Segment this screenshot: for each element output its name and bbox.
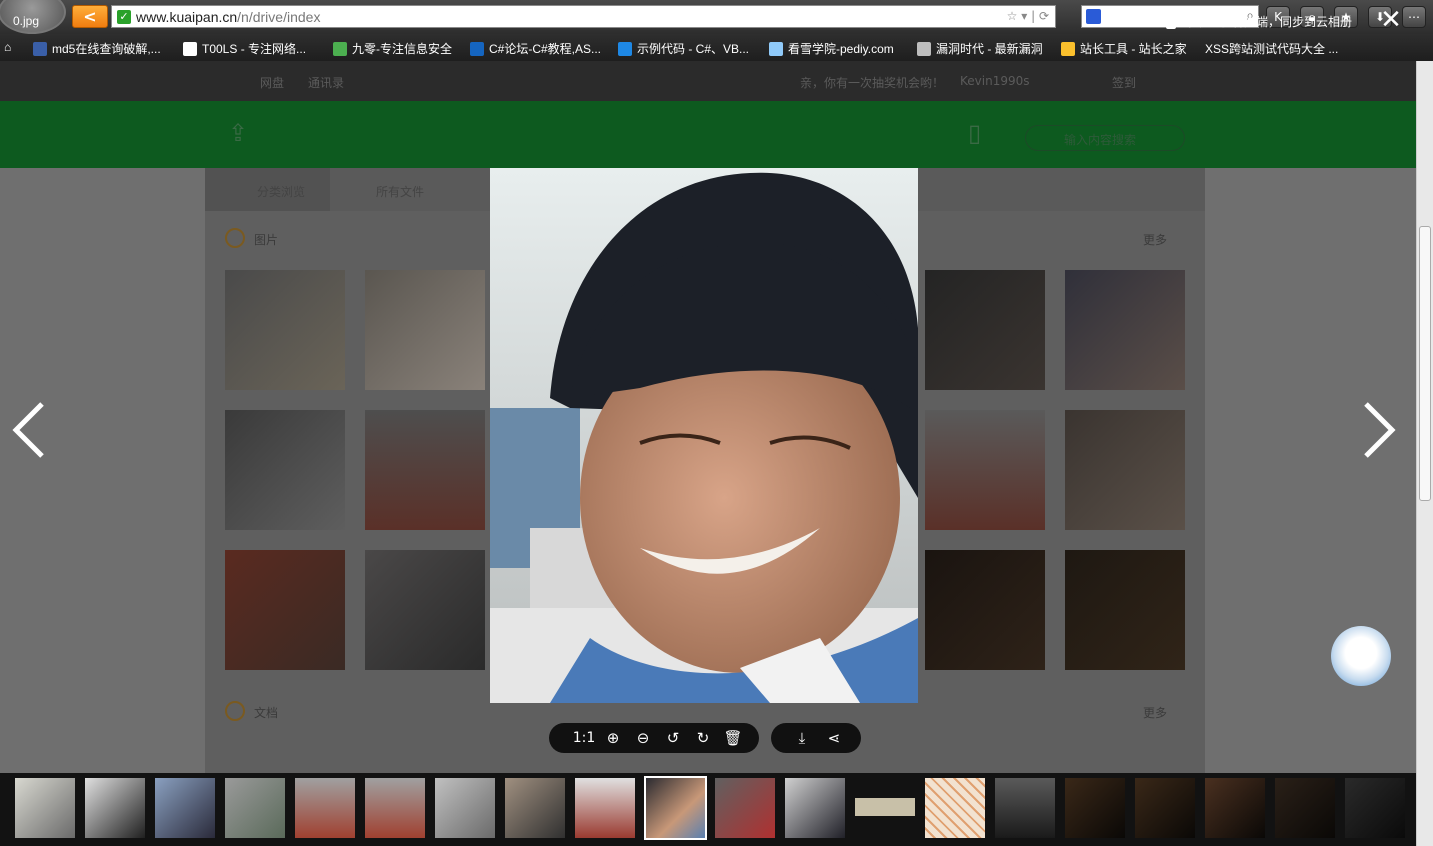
tab-category[interactable]: 分类浏览 (257, 183, 305, 200)
trash-icon[interactable]: ▯ (968, 119, 981, 147)
rotate-left-icon[interactable]: ↺ (661, 726, 685, 750)
image-thumbnail[interactable] (365, 550, 485, 670)
phone-icon (1166, 15, 1176, 29)
nav-drive[interactable]: 网盘 (260, 74, 284, 91)
bookmark-item[interactable]: 漏洞时代 - 最新漏洞 (917, 40, 1043, 57)
username[interactable]: Kevin1990s (960, 74, 1030, 88)
image-thumbnail[interactable] (1065, 270, 1185, 390)
bookmark-icon (470, 42, 484, 56)
filmstrip-thumbnail[interactable] (1065, 778, 1125, 838)
actual-size-button[interactable]: 1:1 (569, 726, 599, 750)
search-engine-icon[interactable] (1086, 9, 1101, 24)
filmstrip-thumbnail[interactable] (1205, 778, 1265, 838)
filmstrip-thumbnail[interactable] (715, 778, 775, 838)
address-bar[interactable]: ✓ www.kuaipan.cn/n/drive/index ☆ ▾ | ⟳ (111, 5, 1056, 28)
trash-icon[interactable]: 🗑︎ (721, 726, 745, 750)
more-images-link[interactable]: 更多 (1143, 231, 1167, 248)
next-image-button[interactable] (1358, 400, 1398, 460)
section-docs-title: 文档 (254, 706, 279, 720)
filmstrip-thumbnail[interactable] (575, 778, 635, 838)
favorite-star-icon[interactable]: ☆ (1007, 9, 1018, 23)
address-bar-icons[interactable]: ☆ ▾ | ⟳ (1007, 9, 1049, 23)
nav-contacts[interactable]: 通讯录 (308, 74, 344, 91)
bookmarks-bar: ⌂ md5在线查询破解,... T00LS - 专注网络... 九零-专注信息安… (0, 34, 1433, 61)
image-thumbnail[interactable] (365, 410, 485, 530)
bookmark-icon (333, 42, 347, 56)
close-icon[interactable]: ✕ (1380, 7, 1402, 33)
bookmark-icon (618, 42, 632, 56)
prev-image-button[interactable] (10, 400, 50, 460)
bookmark-item[interactable]: T00LS - 专注网络... (183, 40, 306, 57)
bookmark-item[interactable]: C#论坛-C#教程,AS... (470, 40, 601, 57)
download-icon[interactable]: ⤓ (790, 726, 814, 750)
main-photo (490, 168, 918, 703)
bookmark-item[interactable]: 站长工具 - 站长之家 (1061, 40, 1187, 57)
image-thumbnail[interactable] (925, 550, 1045, 670)
tab-all-files[interactable]: 所有文件 (376, 183, 424, 200)
image-thumbnail[interactable] (925, 410, 1045, 530)
filmstrip-thumbnail[interactable] (435, 778, 495, 838)
bookmark-icon (33, 42, 47, 56)
filmstrip-thumbnail-selected[interactable] (644, 776, 707, 840)
image-thumbnail[interactable] (365, 270, 485, 390)
share-icon[interactable]: ⋖ (822, 726, 846, 750)
image-thumbnail[interactable] (1065, 410, 1185, 530)
bookmark-item[interactable]: 看雪学院-pediy.com (769, 40, 894, 57)
more-tools-icon[interactable]: ⋯ (1402, 6, 1426, 28)
rotate-right-icon[interactable]: ↻ (691, 726, 715, 750)
site-search-input[interactable]: 输入内容搜索 (1025, 125, 1185, 151)
url-text: www.kuaipan.cn/n/drive/index (136, 9, 321, 25)
filmstrip-thumbnail[interactable] (1275, 778, 1335, 838)
image-thumbnail[interactable] (925, 270, 1045, 390)
filmstrip (0, 773, 1416, 846)
filmstrip-thumbnail[interactable] (1135, 778, 1195, 838)
lottery-message[interactable]: 亲，你有一次抽奖机会哟！ (800, 74, 944, 91)
checkin-button[interactable]: 签到 (1112, 74, 1136, 91)
filmstrip-thumbnail[interactable] (85, 778, 145, 838)
filmstrip-thumbnail[interactable] (225, 778, 285, 838)
zoom-out-icon[interactable]: ⊖ (631, 726, 655, 750)
viewer-toolbar: 1:1 ⊕ ⊖ ↺ ↻ 🗑︎ (549, 723, 759, 753)
bookmark-item[interactable]: XSS跨站测试代码大全 ... (1205, 40, 1338, 57)
image-thumbnail[interactable] (1065, 550, 1185, 670)
filmstrip-thumbnail[interactable] (925, 778, 985, 838)
bookmark-item[interactable]: 九零-专注信息安全 (333, 40, 452, 57)
home-icon[interactable]: ⌂ (4, 40, 11, 54)
image-thumbnail[interactable] (225, 270, 345, 390)
action-bar: ⇪ ▯ 输入内容搜索 (0, 101, 1416, 168)
kuaipan-bird-icon[interactable] (1331, 626, 1391, 686)
site-header: 网盘 通讯录 亲，你有一次抽奖机会哟！ Kevin1990s 签到 (0, 61, 1416, 101)
filmstrip-thumbnail[interactable] (855, 798, 915, 816)
zoom-in-icon[interactable]: ⊕ (601, 726, 625, 750)
image-thumbnail[interactable] (225, 550, 345, 670)
viewer-filename: 0.jpg (13, 14, 40, 28)
image-thumbnail[interactable] (225, 410, 345, 530)
refresh-icon[interactable]: ⟳ (1039, 9, 1049, 23)
filmstrip-thumbnail[interactable] (1345, 778, 1405, 838)
bookmark-icon (1061, 42, 1075, 56)
mobile-app-promo[interactable]: 下载手机客户端，同步到云相册 (1166, 13, 1352, 30)
scrollbar-thumb[interactable] (1419, 226, 1431, 501)
filmstrip-thumbnail[interactable] (365, 778, 425, 838)
secure-check-icon: ✓ (117, 10, 131, 24)
section-images-title: 图片 (254, 233, 279, 247)
bookmark-icon (183, 42, 197, 56)
bookmark-icon (917, 42, 931, 56)
filmstrip-thumbnail[interactable] (785, 778, 845, 838)
bookmark-item[interactable]: md5在线查询破解,... (33, 40, 161, 57)
filmstrip-thumbnail[interactable] (295, 778, 355, 838)
bookmark-icon (769, 42, 783, 56)
filmstrip-thumbnail[interactable] (995, 778, 1055, 838)
upload-icon[interactable]: ⇪ (228, 119, 248, 147)
more-docs-link[interactable]: 更多 (1143, 704, 1167, 721)
page-scrollbar[interactable] (1416, 61, 1433, 846)
filmstrip-thumbnail[interactable] (155, 778, 215, 838)
back-button[interactable]: < (72, 5, 108, 28)
filmstrip-thumbnail[interactable] (505, 778, 565, 838)
bookmark-item[interactable]: 示例代码 - C#、VB... (618, 40, 749, 57)
filmstrip-thumbnail[interactable] (15, 778, 75, 838)
viewer-actions: ⤓ ⋖ (771, 723, 861, 753)
